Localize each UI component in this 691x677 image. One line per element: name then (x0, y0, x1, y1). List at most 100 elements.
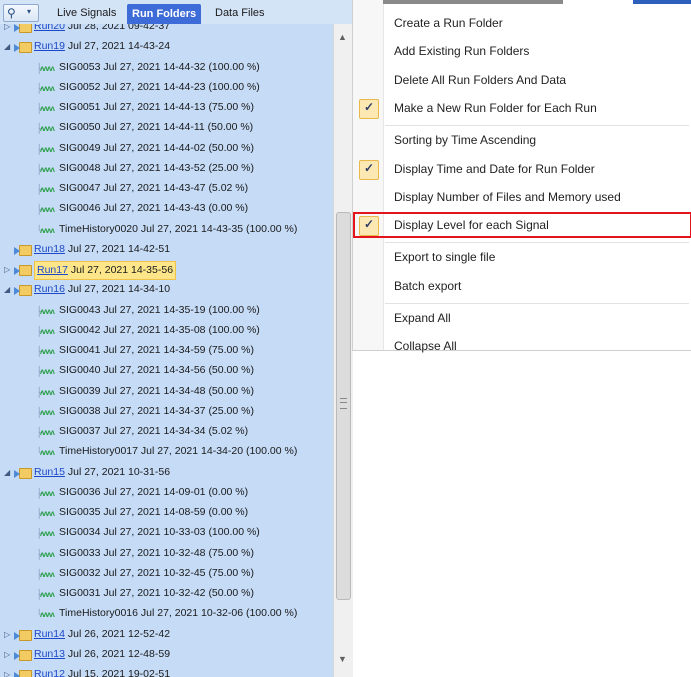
tree-folder-label[interactable]: Run17 Jul 27, 2021 14-35-56 (34, 261, 177, 280)
tree-signal-item[interactable]: └ ʌʌʌʌ TimeHistory0016 Jul 27, 2021 10-32-… (0, 604, 333, 624)
tree-signal-item[interactable]: ├ ʌʌʌʌ SIG0053 Jul 27, 2021 14-44-32 (100.… (0, 58, 333, 78)
tree-folder-label[interactable]: Run15 Jul 27, 2021 10-31-56 (34, 464, 170, 481)
tree-signal-item[interactable]: ├ ʌʌʌʌ SIG0035 Jul 27, 2021 14-08-59 (0.00… (0, 503, 333, 523)
tree-signal-item[interactable]: ├ ʌʌʌʌ SIG0049 Jul 27, 2021 14-44-02 (50.0… (0, 139, 333, 159)
menu-item-expand-all[interactable]: Expand All (353, 305, 691, 331)
tree-signal-item[interactable]: ├ ʌʌʌʌ SIG0046 Jul 27, 2021 14-43-43 (0.00… (0, 199, 333, 219)
run-folder-link[interactable]: Run16 (34, 283, 65, 295)
tree-signal-item[interactable]: ├ ʌʌʌʌ SIG0037 Jul 27, 2021 14-34-34 (5.02… (0, 422, 333, 442)
tab-data-files[interactable]: Data Files (210, 5, 270, 22)
tree-signal-item[interactable]: ├ ʌʌʌʌ SIG0041 Jul 27, 2021 14-34-59 (75.0… (0, 341, 333, 361)
tree-signal-label[interactable]: SIG0041 Jul 27, 2021 14-34-59 (75.00 %) (59, 342, 254, 359)
tree-signal-label[interactable]: SIG0034 Jul 27, 2021 10-33-03 (100.00 %) (59, 524, 260, 541)
tree-signal-label[interactable]: SIG0047 Jul 27, 2021 14-43-47 (5.02 %) (59, 180, 248, 197)
menu-item-collapse-all[interactable]: Collapse All (353, 333, 691, 359)
tree-signal-item[interactable]: ├ ʌʌʌʌ SIG0039 Jul 27, 2021 14-34-48 (50.0… (0, 382, 333, 402)
tree-signal-item[interactable]: ├ ʌʌʌʌ SIG0043 Jul 27, 2021 14-35-19 (100.… (0, 301, 333, 321)
run-folder-link[interactable]: Run17 (37, 264, 68, 276)
tree-signal-label[interactable]: SIG0051 Jul 27, 2021 14-44-13 (75.00 %) (59, 99, 254, 116)
menu-item-export-to-single-file[interactable]: Export to single file (353, 244, 691, 270)
tree-signal-item[interactable]: ├ ʌʌʌʌ SIG0038 Jul 27, 2021 14-34-37 (25.0… (0, 402, 333, 422)
tree-signal-item[interactable]: ├ ʌʌʌʌ SIG0032 Jul 27, 2021 10-32-45 (75.0… (0, 564, 333, 584)
tree-signal-item[interactable]: ├ ʌʌʌʌ SIG0034 Jul 27, 2021 10-33-03 (100.… (0, 523, 333, 543)
tree-signal-label[interactable]: TimeHistory0020 Jul 27, 2021 14-43-35 (1… (59, 221, 297, 238)
scroll-up-arrow-icon[interactable]: ▲ (338, 32, 347, 42)
tree-signal-label[interactable]: SIG0053 Jul 27, 2021 14-44-32 (100.00 %) (59, 59, 260, 76)
tree-signal-label[interactable]: SIG0033 Jul 27, 2021 10-32-48 (75.00 %) (59, 545, 254, 562)
tree-folder-run13[interactable]: ▷ Run13 Jul 26, 2021 12-48-59 (0, 645, 333, 665)
tree-folder-label[interactable]: Run18 Jul 27, 2021 14-42-51 (34, 241, 170, 258)
tree-folder-run18[interactable]: Run18 Jul 27, 2021 14-42-51 (0, 240, 333, 260)
tree-signal-label[interactable]: SIG0038 Jul 27, 2021 14-34-37 (25.00 %) (59, 403, 254, 420)
tree-signal-label[interactable]: SIG0052 Jul 27, 2021 14-44-23 (100.00 %) (59, 79, 260, 96)
tree-signal-label[interactable]: SIG0035 Jul 27, 2021 14-08-59 (0.00 %) (59, 504, 248, 521)
tree-folder-run20[interactable]: ▷ Run20 Jul 28, 2021 09-42-37 (0, 24, 333, 37)
menu-item-display-number-of-files-and-memory-used[interactable]: Display Number of Files and Memory used (353, 184, 691, 210)
tree-signal-item[interactable]: ├ ʌʌʌʌ SIG0047 Jul 27, 2021 14-43-47 (5.02… (0, 179, 333, 199)
tree-folder-label[interactable]: Run14 Jul 26, 2021 12-52-42 (34, 626, 170, 643)
vertical-scrollbar[interactable]: ▲ ▼ (333, 24, 353, 677)
tree-folder-run19[interactable]: ◢ Run19 Jul 27, 2021 14-43-24 (0, 37, 333, 57)
menu-item-display-level-for-each-signal[interactable]: ✓ Display Level for each Signal (353, 212, 691, 239)
menu-item-delete-all-run-folders-and-data[interactable]: Delete All Run Folders And Data (353, 67, 691, 93)
collapse-arrow-icon[interactable]: ◢ (4, 280, 14, 300)
tree-signal-item[interactable]: ├ ʌʌʌʌ SIG0031 Jul 27, 2021 10-32-42 (50.0… (0, 584, 333, 604)
run-folder-link[interactable]: Run19 (34, 40, 65, 52)
tree-signal-item[interactable]: ├ ʌʌʌʌ SIG0048 Jul 27, 2021 14-43-52 (25.0… (0, 159, 333, 179)
tree-signal-label[interactable]: SIG0031 Jul 27, 2021 10-32-42 (50.00 %) (59, 585, 254, 602)
tree-signal-label[interactable]: SIG0040 Jul 27, 2021 14-34-56 (50.00 %) (59, 362, 254, 379)
tree-folder-run14[interactable]: ▷ Run14 Jul 26, 2021 12-52-42 (0, 625, 333, 645)
expand-arrow-icon[interactable]: ▷ (4, 260, 14, 280)
tree-signal-label[interactable]: SIG0042 Jul 27, 2021 14-35-08 (100.00 %) (59, 322, 260, 339)
tree-folder-label[interactable]: Run13 Jul 26, 2021 12-48-59 (34, 646, 170, 663)
tree-signal-item[interactable]: ├ ʌʌʌʌ SIG0040 Jul 27, 2021 14-34-56 (50.0… (0, 361, 333, 381)
tree-signal-label[interactable]: TimeHistory0016 Jul 27, 2021 10-32-06 (1… (59, 605, 297, 622)
run-folder-link[interactable]: Run15 (34, 466, 65, 478)
tree-folder-label[interactable]: Run12 Jul 15, 2021 19-02-51 (34, 666, 170, 677)
tab-run-folders[interactable]: Run Folders (127, 4, 202, 24)
menu-item-add-existing-run-folders[interactable]: Add Existing Run Folders (353, 38, 691, 64)
expand-arrow-icon[interactable]: ▷ (4, 645, 14, 665)
tree-signal-label[interactable]: SIG0049 Jul 27, 2021 14-44-02 (50.00 %) (59, 140, 254, 157)
tree-signal-item[interactable]: ├ ʌʌʌʌ SIG0036 Jul 27, 2021 14-09-01 (0.00… (0, 483, 333, 503)
tree-folder-run12[interactable]: ▷ Run12 Jul 15, 2021 19-02-51 (0, 665, 333, 677)
tree-signal-label[interactable]: SIG0037 Jul 27, 2021 14-34-34 (5.02 %) (59, 423, 248, 440)
tree-signal-item[interactable]: ├ ʌʌʌʌ SIG0042 Jul 27, 2021 14-35-08 (100.… (0, 321, 333, 341)
tree-folder-label[interactable]: Run16 Jul 27, 2021 14-34-10 (34, 281, 170, 298)
run-folder-link[interactable]: Run14 (34, 628, 65, 640)
search-tool-button[interactable]: ⚲ ▾ (3, 4, 39, 22)
run-folder-link[interactable]: Run18 (34, 243, 65, 255)
run-folder-tree[interactable]: ▷ Run20 Jul 28, 2021 09-42-37 ◢ Run19 Jul 2… (0, 24, 333, 677)
tree-folder-run17[interactable]: ▷ Run17 Jul 27, 2021 14-35-56 (0, 260, 333, 280)
tree-signal-label[interactable]: TimeHistory0017 Jul 27, 2021 14-34-20 (1… (59, 443, 297, 460)
tree-signal-label[interactable]: SIG0050 Jul 27, 2021 14-44-11 (50.00 %) (59, 119, 253, 136)
tree-signal-item[interactable]: ├ ʌʌʌʌ SIG0033 Jul 27, 2021 10-32-48 (75.0… (0, 544, 333, 564)
tree-folder-run16[interactable]: ◢ Run16 Jul 27, 2021 14-34-10 (0, 280, 333, 300)
scrollbar-thumb[interactable] (336, 212, 351, 600)
collapse-arrow-icon[interactable]: ◢ (4, 37, 14, 57)
run-folder-link[interactable]: Run13 (34, 648, 65, 660)
expand-arrow-icon[interactable]: ▷ (4, 24, 14, 37)
scroll-down-arrow-icon[interactable]: ▼ (338, 654, 347, 664)
run-folder-link[interactable]: Run12 (34, 668, 65, 677)
menu-item-batch-export[interactable]: Batch export (353, 273, 691, 299)
tree-signal-label[interactable]: SIG0043 Jul 27, 2021 14-35-19 (100.00 %) (59, 302, 260, 319)
tab-live-signals[interactable]: Live Signals (52, 5, 121, 22)
run-folder-link[interactable]: Run20 (34, 24, 65, 32)
expand-arrow-icon[interactable]: ▷ (4, 665, 14, 677)
tree-signal-item[interactable]: ├ ʌʌʌʌ SIG0052 Jul 27, 2021 14-44-23 (100.… (0, 78, 333, 98)
expand-arrow-icon[interactable]: ▷ (4, 625, 14, 645)
tree-folder-label[interactable]: Run19 Jul 27, 2021 14-43-24 (34, 38, 170, 55)
tree-signal-item[interactable]: └ ʌʌʌʌ TimeHistory0020 Jul 27, 2021 14-43-… (0, 220, 333, 240)
tree-signal-label[interactable]: SIG0048 Jul 27, 2021 14-43-52 (25.00 %) (59, 160, 254, 177)
tree-signal-item[interactable]: └ ʌʌʌʌ TimeHistory0017 Jul 27, 2021 14-34-… (0, 442, 333, 462)
tree-signal-label[interactable]: SIG0032 Jul 27, 2021 10-32-45 (75.00 %) (59, 565, 254, 582)
collapse-arrow-icon[interactable]: ◢ (4, 463, 14, 483)
tree-signal-item[interactable]: ├ ʌʌʌʌ SIG0051 Jul 27, 2021 14-44-13 (75.0… (0, 98, 333, 118)
menu-item-display-time-and-date-for-run-folder[interactable]: ✓ Display Time and Date for Run Folder (353, 156, 691, 182)
tree-signal-item[interactable]: ├ ʌʌʌʌ SIG0050 Jul 27, 2021 14-44-11 (50.0… (0, 118, 333, 138)
tree-signal-label[interactable]: SIG0039 Jul 27, 2021 14-34-48 (50.00 %) (59, 383, 254, 400)
menu-item-make-a-new-run-folder-for-each-run[interactable]: ✓ Make a New Run Folder for Each Run (353, 95, 691, 121)
tree-signal-label[interactable]: SIG0036 Jul 27, 2021 14-09-01 (0.00 %) (59, 484, 248, 501)
tree-folder-label[interactable]: Run20 Jul 28, 2021 09-42-37 (34, 24, 170, 35)
